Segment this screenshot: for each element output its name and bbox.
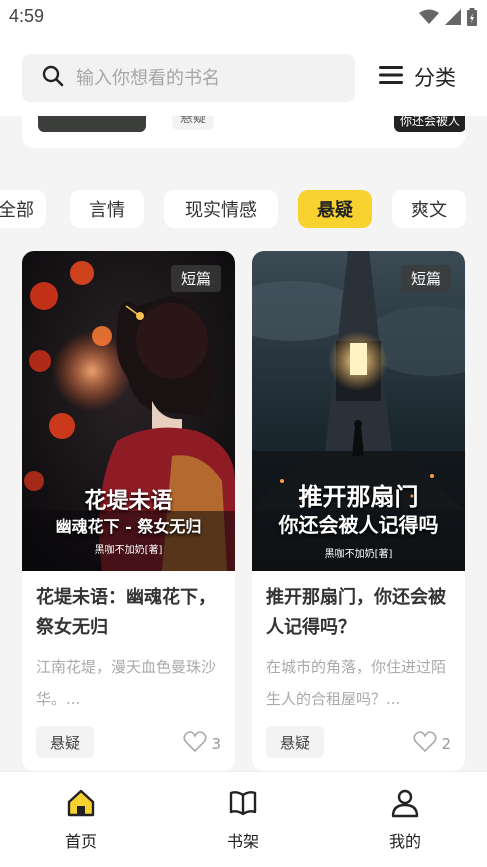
like-count: 2 — [441, 735, 451, 753]
genre-filter-bar: 全部 言情 现实情感 悬疑 爽文 — [0, 190, 487, 230]
book-genre-tag: 悬疑 — [36, 726, 95, 758]
bottom-navigation: 首页 书架 我的 — [0, 771, 487, 867]
book-genre-tag: 悬疑 — [266, 726, 325, 758]
cover-title-line1: 推开那扇门 — [298, 482, 419, 511]
category-button[interactable]: 分类 — [378, 62, 456, 92]
book-title[interactable]: 花堤未语：幽魂花下，祭女无归 — [36, 583, 222, 643]
length-badge: 短篇 — [400, 265, 451, 292]
length-badge: 短篇 — [170, 265, 221, 292]
status-icons — [419, 8, 477, 30]
book-description: 在城市的角落，你住进过陌生人的合租屋吗？... — [266, 658, 447, 708]
search-input[interactable] — [76, 67, 336, 89]
previous-book-cover — [38, 116, 146, 132]
header: 分类 — [0, 36, 487, 116]
nav-home[interactable]: 首页 — [31, 788, 131, 852]
home-icon — [66, 788, 96, 822]
search-icon — [42, 65, 64, 91]
like-count: 3 — [211, 735, 221, 753]
search-box[interactable] — [22, 54, 355, 102]
nav-shelf[interactable]: 书架 — [193, 788, 293, 852]
status-time: 4:59 — [9, 6, 45, 26]
chip-cool-fiction[interactable]: 爽文 — [392, 190, 466, 228]
previous-book-card[interactable]: 悬疑 你还会被人 — [22, 116, 465, 148]
book-icon — [228, 788, 258, 822]
book-description: 江南花堤，漫天血色曼珠沙华。... — [36, 658, 217, 708]
cover-title-line2: 幽魂花下 - 祭女无归 — [55, 517, 202, 536]
nav-mine[interactable]: 我的 — [355, 788, 455, 852]
user-icon — [390, 788, 420, 822]
nav-shelf-label: 书架 — [226, 832, 259, 851]
cover-studio: 黑咖不加奶[著] — [94, 545, 163, 556]
heart-icon — [413, 731, 438, 757]
book-title[interactable]: 推开那扇门，你还会被人记得吗？ — [266, 583, 452, 643]
cover-title-line1: 花堤未语 — [84, 488, 173, 514]
book-card[interactable]: 短篇 推开那扇门 你还会被人记得吗 黑咖不加奶[著] 推开那扇门，你还会被人记得… — [252, 251, 465, 771]
like-button[interactable]: 2 — [413, 731, 451, 757]
chip-realistic[interactable]: 现实情感 — [164, 190, 278, 228]
heart-icon — [183, 731, 208, 757]
nav-home-label: 首页 — [64, 832, 97, 851]
menu-icon — [378, 65, 404, 89]
battery-icon — [467, 8, 477, 30]
cover-studio: 黑咖不加奶[著] — [324, 549, 393, 560]
chip-all[interactable]: 全部 — [0, 190, 46, 228]
like-button[interactable]: 3 — [183, 731, 221, 757]
signal-icon — [445, 9, 461, 29]
category-label: 分类 — [414, 66, 456, 90]
wifi-icon — [419, 9, 439, 29]
previous-book-cover-2: 你还会被人 — [394, 116, 465, 132]
book-card[interactable]: 短篇 花堤未语 幽魂花下 - 祭女无归 黑咖不加奶[著] 花堤未语：幽魂花下，祭… — [22, 251, 235, 771]
book-cover: 短篇 推开那扇门 你还会被人记得吗 黑咖不加奶[著] — [252, 251, 465, 571]
chip-romance[interactable]: 言情 — [70, 190, 144, 228]
previous-book-cover-text: 你还会被人 — [399, 116, 460, 128]
previous-book-tag: 悬疑 — [172, 116, 215, 130]
chip-suspense[interactable]: 悬疑 — [298, 190, 372, 228]
cover-title-line2: 你还会被人记得吗 — [278, 513, 439, 537]
nav-mine-label: 我的 — [388, 832, 421, 851]
book-cover: 短篇 花堤未语 幽魂花下 - 祭女无归 黑咖不加奶[著] — [22, 251, 235, 571]
status-bar: 4:59 — [0, 0, 487, 36]
